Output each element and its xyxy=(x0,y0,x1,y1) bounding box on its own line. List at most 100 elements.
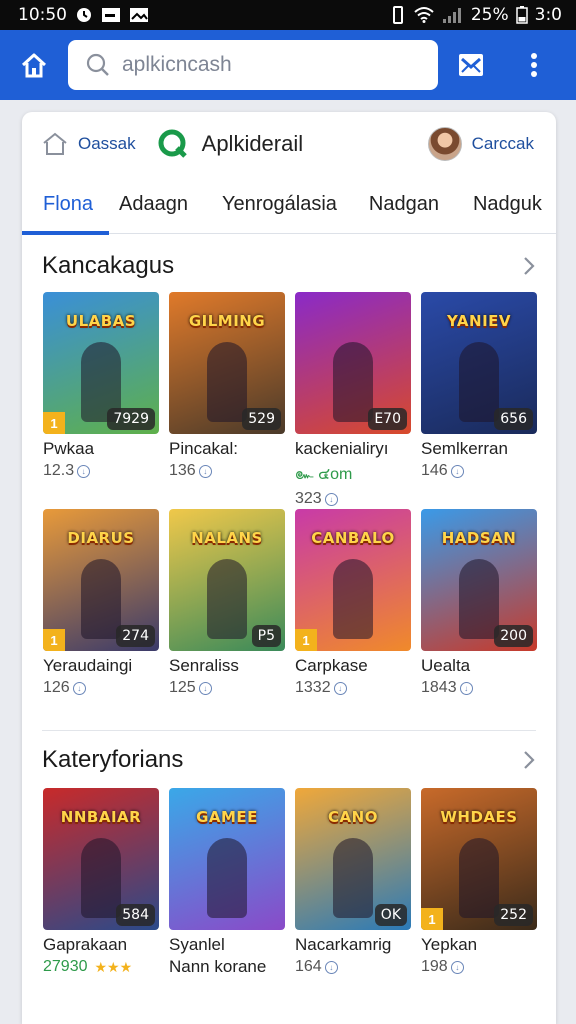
download-count-value: 323 xyxy=(295,490,322,507)
more-vertical-icon xyxy=(531,53,537,77)
search-input[interactable]: aplkicncash xyxy=(68,40,438,90)
game-thumbnail[interactable]: CANO OK xyxy=(295,788,411,930)
character-art xyxy=(459,838,499,918)
coin-icon: ↓ xyxy=(324,492,338,506)
game-subtitle: Nann korane xyxy=(169,957,267,976)
wifi-icon xyxy=(413,6,435,24)
store-link[interactable]: Oassak xyxy=(42,132,136,156)
game-art-title: ULABAS xyxy=(65,312,137,330)
section-header[interactable]: Kateryforians xyxy=(42,740,536,780)
download-count: 1843 ↓ xyxy=(421,679,537,697)
account-link[interactable]: Carccak xyxy=(427,127,534,161)
game-art-title: HADSAN xyxy=(441,529,517,547)
game-thumbnail[interactable]: E70 xyxy=(295,292,411,434)
game-name: Yepkan xyxy=(421,935,478,954)
tab-nadguk[interactable]: Nadguk xyxy=(473,176,542,234)
image-icon xyxy=(129,7,149,23)
home-icon xyxy=(21,53,47,78)
rating-corner-badge: 1 xyxy=(43,412,65,434)
download-count: 12.3 ↓ xyxy=(43,462,159,480)
character-art xyxy=(81,838,121,918)
character-art xyxy=(459,342,499,422)
game-name: Yeraudaingi xyxy=(43,656,133,675)
top-app-bar: aplkicncash xyxy=(0,30,576,100)
character-art xyxy=(333,559,373,639)
chevron-right-icon xyxy=(524,257,535,275)
download-count: 1332 ↓ xyxy=(295,679,411,697)
coin-icon: ↓ xyxy=(72,681,86,695)
game-thumbnail[interactable]: CANBALO 1 xyxy=(295,509,411,651)
game-tile[interactable]: CANO OK Nacarkamrig 164 ↓ xyxy=(295,788,411,976)
coin-icon: ↓ xyxy=(77,464,91,478)
game-thumbnail[interactable]: DIARUS 1 274 xyxy=(43,509,159,651)
section-divider xyxy=(42,730,536,731)
game-art-title: NNBAIAR xyxy=(60,808,142,826)
battery-percent: 25% xyxy=(470,5,509,25)
download-count-value: 146 xyxy=(421,462,448,479)
game-tile[interactable]: WHDAES 1 252 Yepkan 198 ↓ xyxy=(421,788,537,976)
game-name: Uealta xyxy=(421,656,471,675)
game-tile[interactable]: GAMEE Syanlel Nann korane xyxy=(169,788,285,977)
game-badge: P5 xyxy=(251,625,281,647)
game-name: Syanlel xyxy=(169,935,225,954)
game-thumbnail[interactable]: WHDAES 1 252 xyxy=(421,788,537,930)
download-count-value: 1843 xyxy=(421,679,457,696)
game-tile[interactable]: E70 kackenialiryı ๛ ๔om 323 ↓ xyxy=(295,292,411,508)
game-name: Semlkerran xyxy=(421,439,508,458)
vibrate-icon xyxy=(390,6,406,24)
download-count-value: 164 xyxy=(295,958,322,975)
game-meta: ๛ ๔om xyxy=(295,466,353,483)
game-art-title: WHDAES xyxy=(440,808,518,826)
card-header: Oassak Aplkiderail Carccak xyxy=(22,112,556,176)
game-badge: 7929 xyxy=(107,408,155,430)
game-tile[interactable]: GILMING 529 Pincakal: 136 ↓ xyxy=(169,292,285,480)
download-count-value: 12.3 xyxy=(43,462,75,479)
game-thumbnail[interactable]: ULABAS 1 7929 xyxy=(43,292,159,434)
tab-adaagn[interactable]: Adaagn xyxy=(119,176,188,234)
status-time: 10:50 xyxy=(18,5,67,25)
character-art xyxy=(459,559,499,639)
download-count: 146 ↓ xyxy=(421,462,537,480)
tab-flona[interactable]: Flona xyxy=(22,176,110,235)
character-art xyxy=(207,559,247,639)
rating-corner-badge: 1 xyxy=(421,908,443,930)
overflow-menu-button[interactable] xyxy=(504,30,564,100)
tab-nadgan[interactable]: Nadgan xyxy=(369,176,439,234)
game-thumbnail[interactable]: HADSAN 200 xyxy=(421,509,537,651)
game-tile[interactable]: NNBAIAR 584 Gaprakaan 27930 ★★★ xyxy=(43,788,159,976)
game-thumbnail[interactable]: GILMING 529 xyxy=(169,292,285,434)
game-thumbnail[interactable]: NNBAIAR 584 xyxy=(43,788,159,930)
game-tile[interactable]: HADSAN 200 Uealta 1843 ↓ xyxy=(421,509,537,697)
game-art-title: DIARUS xyxy=(67,529,135,547)
tab-yenrogalasia[interactable]: Yenrogálasia xyxy=(222,176,337,234)
game-tile[interactable]: ULABAS 1 7929 Pwkaa 12.3 ↓ xyxy=(43,292,159,480)
inbox-button[interactable] xyxy=(438,30,504,100)
game-thumbnail[interactable]: YANIEV 656 xyxy=(421,292,537,434)
status-right-time: 3:0 xyxy=(534,5,562,25)
section-header[interactable]: Kancakagus xyxy=(42,246,536,286)
download-count-value: 198 xyxy=(421,958,448,975)
download-count-value: 136 xyxy=(169,462,196,479)
game-tile[interactable]: DIARUS 1 274 Yeraudaingi 126 ↓ xyxy=(43,509,159,697)
game-thumbnail[interactable]: GAMEE xyxy=(169,788,285,930)
game-tile[interactable]: NALANS P5 Senraliss 125 ↓ xyxy=(169,509,285,697)
notification-dot-icon xyxy=(75,6,93,24)
home-button[interactable] xyxy=(0,30,68,100)
main-card: Oassak Aplkiderail Carccak Flona Adaagn … xyxy=(22,112,556,1024)
coin-icon: ↓ xyxy=(450,464,464,478)
search-placeholder: aplkicncash xyxy=(122,53,232,76)
game-tile[interactable]: CANBALO 1 Carpkase 1332 ↓ xyxy=(295,509,411,697)
store-label: Oassak xyxy=(78,134,136,153)
game-thumbnail[interactable]: NALANS P5 xyxy=(169,509,285,651)
game-badge: 252 xyxy=(494,904,533,926)
section-title: Kateryforians xyxy=(42,746,184,773)
avatar xyxy=(427,127,462,161)
account-label: Carccak xyxy=(471,134,534,153)
game-name: Pincakal: xyxy=(169,439,238,458)
game-tile[interactable]: YANIEV 656 Semlkerran 146 ↓ xyxy=(421,292,537,480)
coin-icon: ↓ xyxy=(198,464,212,478)
download-count-value: 27930 xyxy=(43,958,88,975)
game-art-title: YANIEV xyxy=(446,312,512,330)
star-rating: ★★★ xyxy=(94,958,133,975)
game-badge: 584 xyxy=(116,904,155,926)
